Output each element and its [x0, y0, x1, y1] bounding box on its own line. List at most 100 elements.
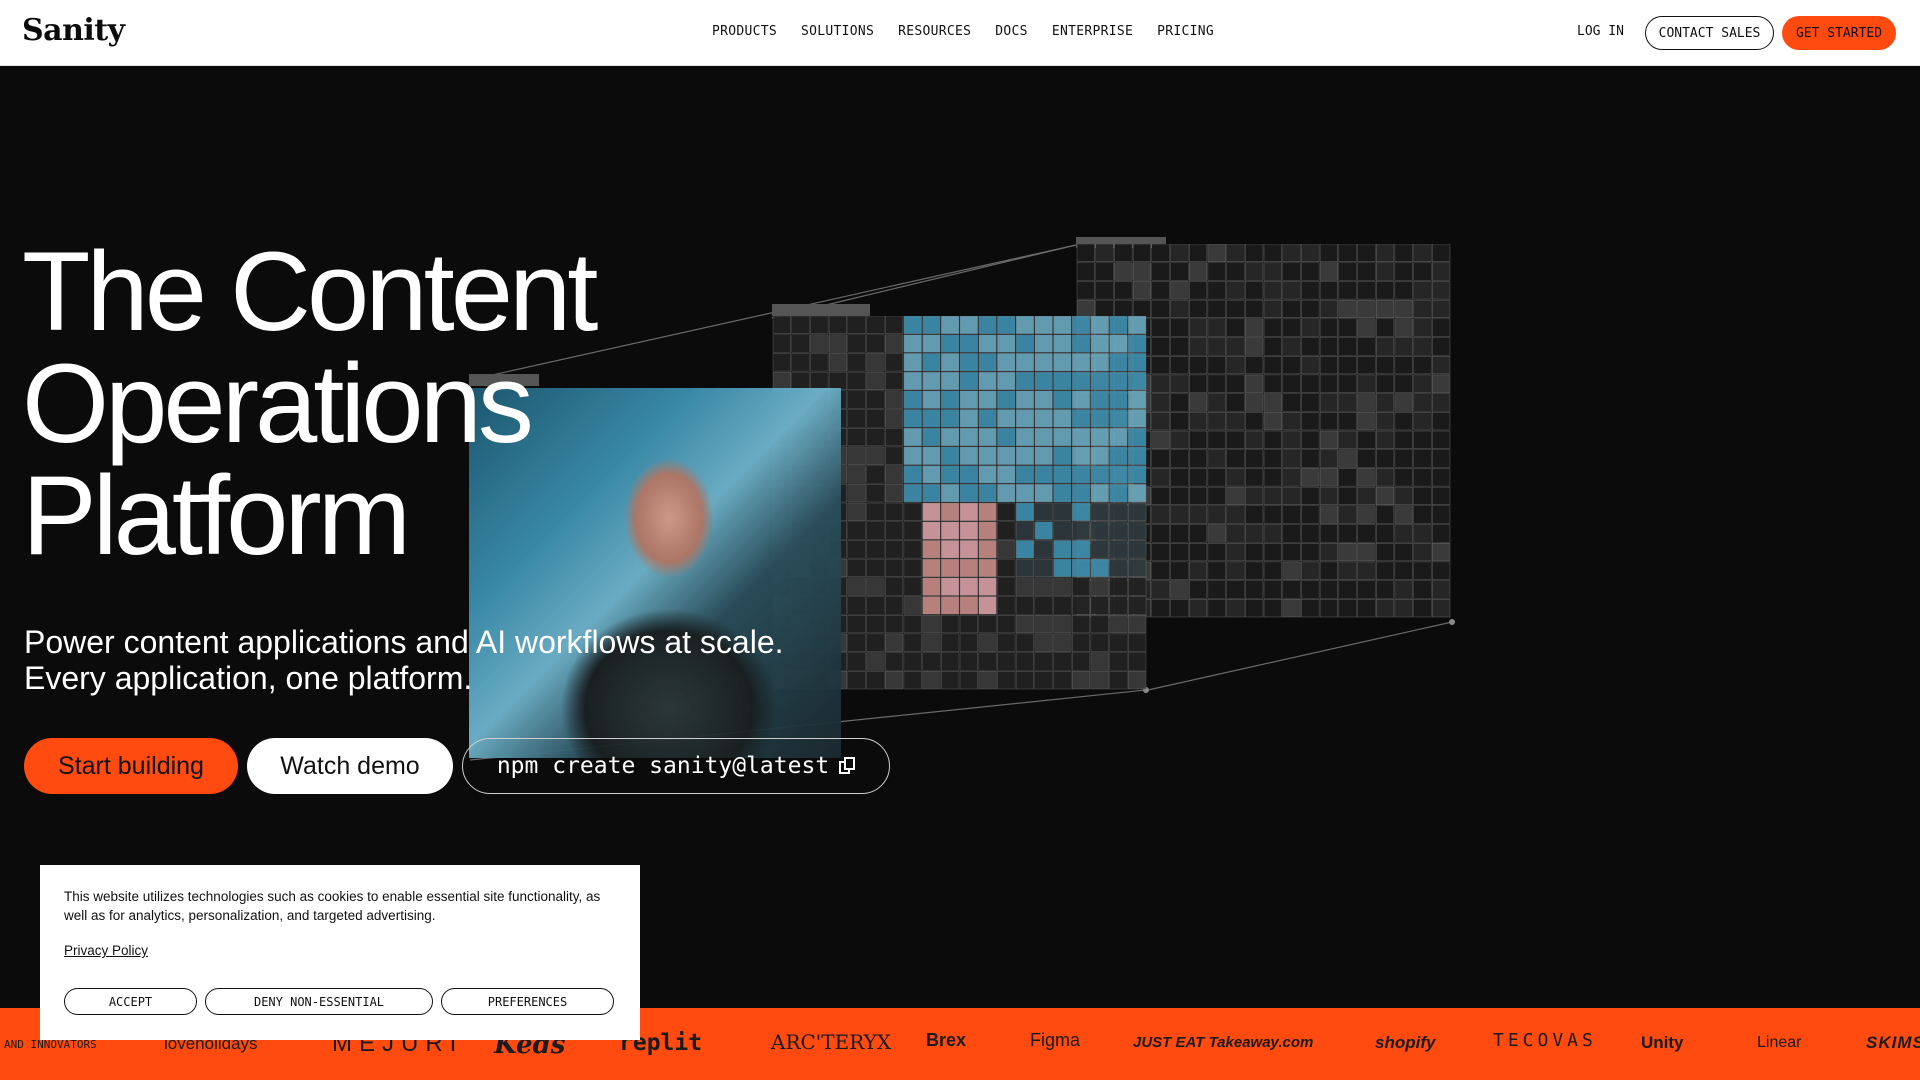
nav-links: PRODUCTS SOLUTIONS RESOURCES DOCS ENTERP… [712, 24, 1214, 39]
grid-cell [1015, 652, 1035, 671]
nav-resources[interactable]: RESOURCES [898, 24, 971, 39]
accept-cookies-button[interactable]: ACCEPT [64, 988, 197, 1015]
grid-cell [772, 353, 791, 372]
grid-cell [1301, 468, 1320, 487]
grid-cell [1053, 502, 1072, 521]
grid-cell [1301, 393, 1320, 412]
grid-cell [1151, 524, 1170, 543]
grid-cell [1053, 558, 1072, 578]
grid-cell [1015, 671, 1035, 690]
grid-cell [1053, 671, 1072, 690]
grid-cell [941, 540, 960, 559]
grid-cell [959, 615, 978, 634]
grid-cell [1357, 374, 1376, 393]
grid-cell [1282, 393, 1301, 412]
grid-cell [1109, 633, 1128, 652]
grid-cell [1053, 316, 1072, 334]
grid-cell [922, 371, 941, 391]
grid-cell [1376, 468, 1395, 487]
grid-cell [1207, 543, 1226, 562]
cookie-preferences-button[interactable]: PREFERENCES [441, 988, 614, 1015]
grid-cell [1090, 353, 1109, 372]
grid-cell [1189, 524, 1208, 543]
grid-cell [1132, 244, 1152, 262]
get-started-button[interactable]: GET STARTED [1782, 16, 1896, 50]
grid-cell [866, 540, 885, 559]
grid-cell [1128, 558, 1147, 578]
grid-cell [1394, 356, 1413, 375]
grid-cell [1432, 393, 1451, 412]
grid-cell [1076, 244, 1095, 262]
grid-cell [1128, 371, 1147, 391]
grid-cell [903, 409, 922, 428]
nav-docs[interactable]: DOCS [995, 24, 1028, 39]
grid-cell [1170, 393, 1189, 412]
grid-cell [959, 316, 978, 334]
watch-demo-button[interactable]: Watch demo [247, 738, 453, 794]
grid-cell [1015, 502, 1035, 521]
grid-cell [1394, 543, 1413, 562]
privacy-policy-link[interactable]: Privacy Policy [64, 943, 148, 958]
grid-cell [1338, 561, 1357, 580]
grid-cell [885, 577, 904, 596]
cookie-text: This website utilizes technologies such … [64, 889, 601, 923]
grid-cell [903, 652, 922, 671]
npm-command-button[interactable]: npm create sanity@latest [462, 738, 890, 794]
brand-tecovas: TECOVAS [1493, 1030, 1597, 1051]
grid-cell [1357, 412, 1376, 431]
grid-cell [903, 558, 922, 578]
grid-cell [903, 502, 922, 521]
grid-cell [1338, 430, 1357, 449]
grid-cell [997, 502, 1016, 521]
sanity-logo[interactable]: Sanity [22, 13, 125, 48]
grid-cell [959, 428, 978, 447]
grid-cell [1394, 337, 1413, 356]
grid-cell [997, 334, 1016, 353]
grid-cell [1301, 580, 1320, 599]
start-building-button[interactable]: Start building [24, 738, 238, 794]
grid-cell [941, 652, 960, 671]
grid-cell [1413, 524, 1432, 543]
grid-cell [791, 353, 810, 372]
brand-unity: Unity [1641, 1033, 1684, 1052]
nav-pricing[interactable]: PRICING [1157, 24, 1214, 39]
nav-solutions[interactable]: SOLUTIONS [801, 24, 874, 39]
contact-sales-button[interactable]: CONTACT SALES [1645, 16, 1774, 50]
grid-cell [1245, 318, 1264, 337]
grid-cell [1090, 390, 1109, 409]
grid-cell [1151, 486, 1170, 506]
copy-icon[interactable] [839, 757, 856, 775]
grid-cell [1128, 633, 1147, 652]
grid-cell [1109, 428, 1128, 447]
grid-cell [959, 353, 978, 372]
hero-subtitle-line-1: Power content applications and AI workfl… [24, 624, 784, 660]
grid-cell [1413, 468, 1432, 487]
grid-cell [1226, 244, 1245, 262]
grid-cell [1357, 543, 1376, 562]
grid-cell [1090, 615, 1109, 634]
nav-products[interactable]: PRODUCTS [712, 24, 777, 39]
grid-cell [978, 633, 997, 652]
grid-cell [1034, 390, 1053, 409]
grid-cell [1338, 468, 1357, 487]
nav-enterprise[interactable]: ENTERPRISE [1052, 24, 1133, 39]
grid-cell [1151, 281, 1170, 300]
grid-cell [1376, 561, 1395, 580]
grid-cell [1338, 337, 1357, 356]
grid-cell [941, 446, 960, 465]
grid-cell [1413, 374, 1432, 393]
grid-cell [941, 484, 960, 503]
grid-cell [1226, 262, 1245, 281]
top-nav: Sanity PRODUCTS SOLUTIONS RESOURCES DOCS… [0, 0, 1920, 66]
grid-cell [847, 316, 866, 334]
deny-non-essential-button[interactable]: DENY NON-ESSENTIAL [205, 988, 433, 1015]
grid-cell [885, 465, 904, 484]
grid-cell [922, 428, 941, 447]
grid-cell [1245, 262, 1264, 281]
grid-cell [866, 446, 885, 465]
grid-cell [1263, 524, 1282, 543]
login-link[interactable]: LOG IN [1577, 24, 1624, 39]
grid-cell [885, 316, 904, 334]
grid-cell [1263, 599, 1282, 618]
grid-cell [1413, 337, 1432, 356]
